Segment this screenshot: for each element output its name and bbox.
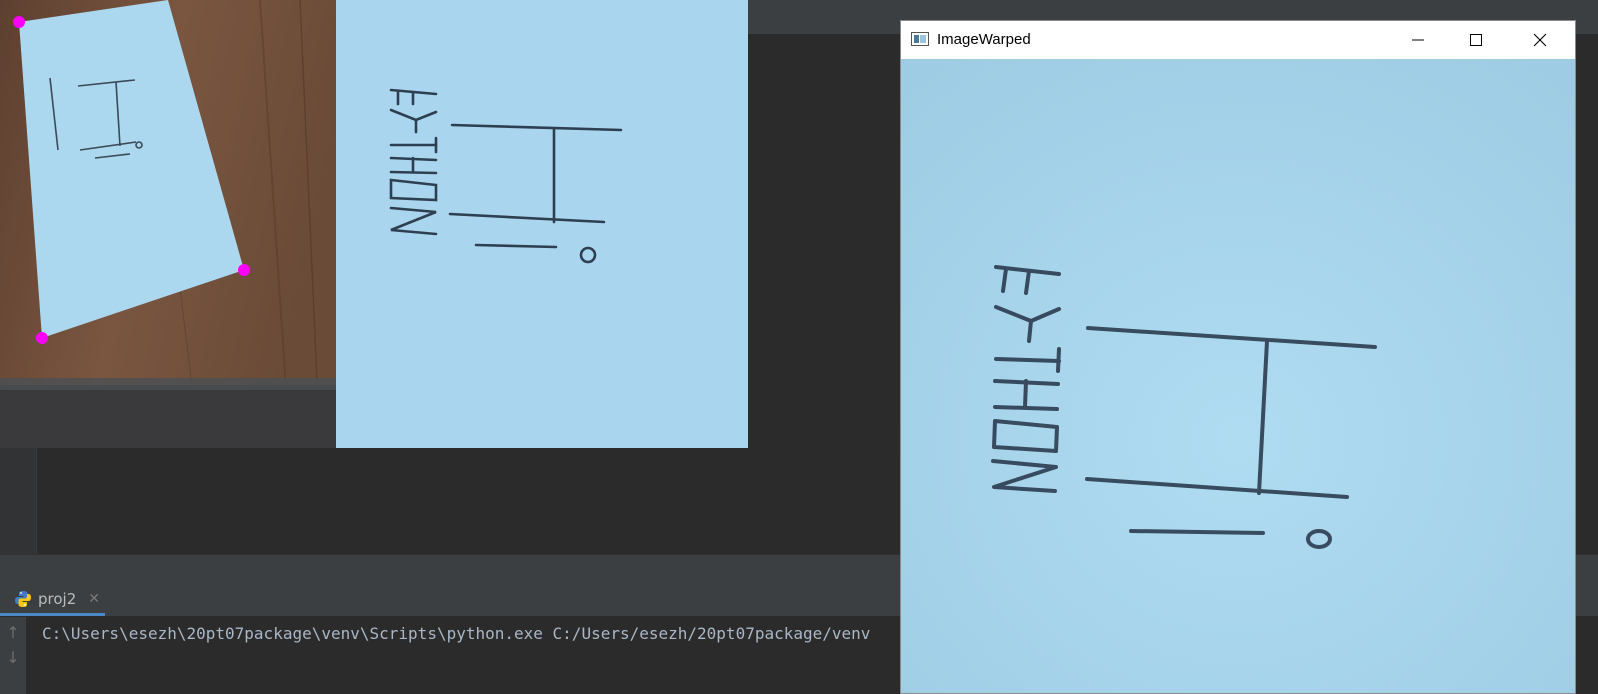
close-icon bbox=[1533, 33, 1547, 47]
minimize-button[interactable] bbox=[1389, 21, 1447, 59]
minimize-icon bbox=[1412, 39, 1424, 41]
close-button[interactable] bbox=[1505, 21, 1575, 59]
corner-marker-right bbox=[238, 264, 250, 276]
warped-image-small bbox=[336, 0, 748, 448]
opencv-window-icon bbox=[911, 32, 929, 46]
corner-marker-top-left bbox=[13, 16, 25, 28]
python-icon bbox=[15, 590, 31, 607]
arrow-down-icon[interactable]: ↓ bbox=[0, 648, 26, 667]
close-tab-icon[interactable]: ✕ bbox=[88, 591, 100, 607]
console-toolbar: ↑ ↓ bbox=[0, 617, 26, 694]
window-title: ImageWarped bbox=[937, 31, 1031, 48]
original-camera-image bbox=[0, 0, 336, 448]
warped-image-large bbox=[901, 59, 1575, 693]
maximize-icon bbox=[1470, 34, 1482, 46]
console-output-line: C:\Users\esezh\20pt07package\venv\Script… bbox=[42, 624, 871, 643]
maximize-button[interactable] bbox=[1447, 21, 1505, 59]
arrow-up-icon[interactable]: ↑ bbox=[0, 623, 26, 642]
run-tab-label: proj2 bbox=[38, 589, 77, 608]
corner-marker-bottom bbox=[36, 332, 48, 344]
imagewarped-window: ImageWarped bbox=[900, 20, 1576, 694]
window-titlebar[interactable]: ImageWarped bbox=[901, 21, 1575, 59]
editor-gutter bbox=[0, 440, 37, 554]
run-tab-proj2[interactable]: proj2 ✕ bbox=[0, 584, 105, 616]
